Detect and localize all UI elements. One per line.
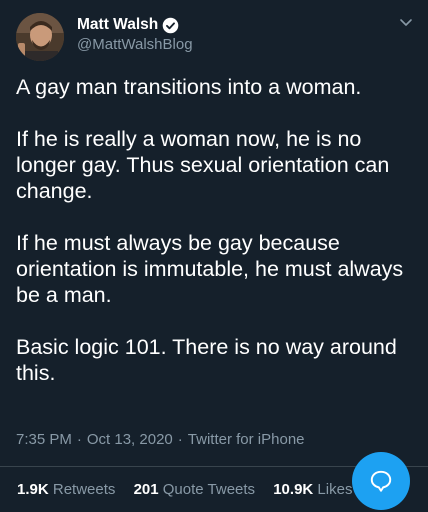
tweet-paragraph: If he is really a woman now, he is no lo… bbox=[16, 127, 390, 203]
compose-button[interactable] bbox=[352, 452, 410, 510]
tweet-time[interactable]: 7:35 PM bbox=[16, 431, 72, 448]
avatar[interactable] bbox=[16, 13, 64, 61]
likes-stat[interactable]: 10.9K Likes bbox=[273, 481, 352, 498]
retweets-stat[interactable]: 1.9K Retweets bbox=[17, 481, 115, 498]
meta-separator: · bbox=[177, 431, 183, 448]
likes-label: Likes bbox=[317, 481, 353, 498]
chevron-down-icon[interactable] bbox=[398, 14, 414, 30]
avatar-image bbox=[16, 13, 64, 61]
quote-tweets-count: 201 bbox=[133, 481, 159, 498]
retweets-count: 1.9K bbox=[17, 481, 49, 498]
tweet-paragraph: If he must always be gay because orienta… bbox=[16, 231, 404, 307]
author-name-row[interactable]: Matt Walsh bbox=[77, 15, 179, 35]
retweets-label: Retweets bbox=[52, 481, 116, 498]
speech-bubble-icon bbox=[370, 470, 392, 492]
tweet-source[interactable]: Twitter for iPhone bbox=[188, 431, 305, 448]
likes-count: 10.9K bbox=[273, 481, 314, 498]
tweet-paragraph: A gay man transitions into a woman. bbox=[16, 75, 362, 99]
author-name[interactable]: Matt Walsh bbox=[77, 16, 158, 34]
tweet-meta: 7:35 PM · Oct 13, 2020 · Twitter for iPhone bbox=[16, 431, 305, 448]
tweet-text: A gay man transitions into a woman. If h… bbox=[16, 74, 416, 386]
verified-badge-icon bbox=[162, 17, 179, 34]
tweet-date[interactable]: Oct 13, 2020 bbox=[87, 431, 173, 448]
quote-tweets-stat[interactable]: 201 Quote Tweets bbox=[134, 481, 255, 498]
meta-separator: · bbox=[76, 431, 82, 448]
tweet-stats: 1.9K Retweets 201 Quote Tweets 10.9K Lik… bbox=[17, 481, 366, 498]
quote-tweets-label: Quote Tweets bbox=[162, 481, 256, 498]
tweet-paragraph: Basic logic 101. There is no way around … bbox=[16, 335, 397, 385]
author-handle[interactable]: @MattWalshBlog bbox=[77, 36, 193, 53]
